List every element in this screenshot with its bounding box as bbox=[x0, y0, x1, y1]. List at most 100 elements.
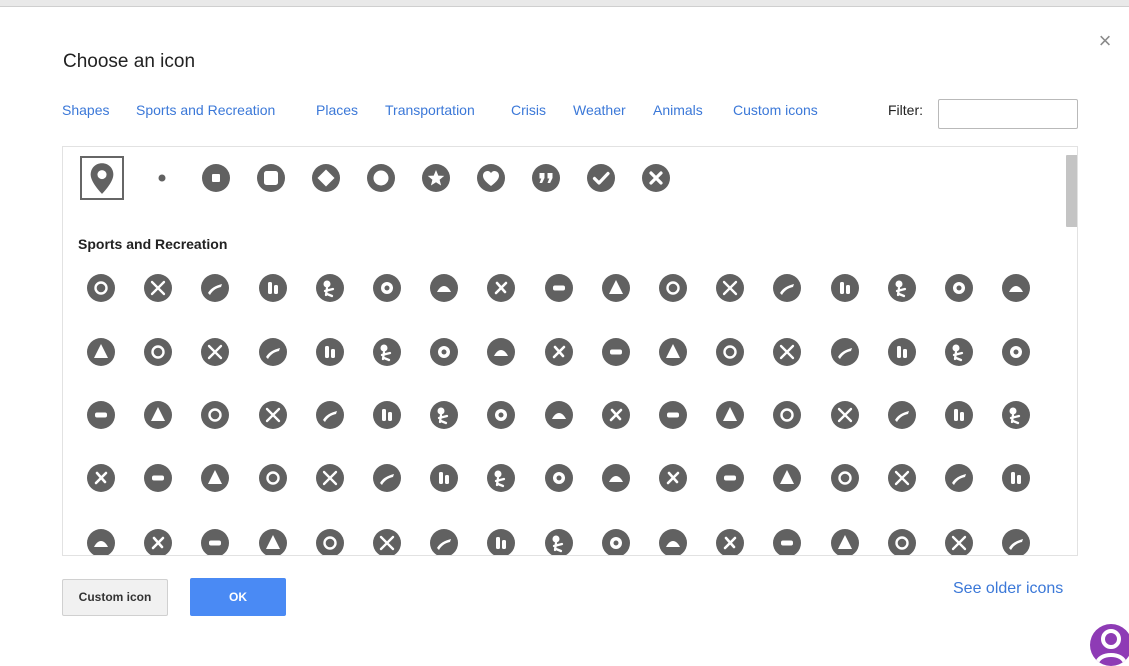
tent-icon[interactable] bbox=[544, 528, 574, 555]
sailing-icon[interactable] bbox=[772, 400, 802, 430]
sports-fan-icon[interactable] bbox=[143, 337, 173, 367]
tree-icon[interactable] bbox=[601, 463, 631, 493]
cycling-icon[interactable] bbox=[601, 337, 631, 367]
sliding-icon[interactable] bbox=[429, 463, 459, 493]
bowling-ball-icon[interactable] bbox=[258, 337, 288, 367]
trailer-icon[interactable] bbox=[944, 528, 974, 555]
filter-input[interactable] bbox=[938, 99, 1078, 129]
placemark-icon[interactable] bbox=[80, 156, 124, 200]
palm-tree-icon[interactable] bbox=[658, 463, 688, 493]
ball-icon[interactable] bbox=[315, 337, 345, 367]
snowboard-icon[interactable] bbox=[887, 400, 917, 430]
heart-icon[interactable] bbox=[476, 163, 506, 193]
trekking-icon[interactable] bbox=[544, 400, 574, 430]
kayak-icon[interactable] bbox=[658, 400, 688, 430]
pingpong-icon[interactable] bbox=[200, 273, 230, 303]
ring-icon[interactable] bbox=[366, 163, 396, 193]
walker-icon[interactable] bbox=[429, 400, 459, 430]
fire-icon[interactable] bbox=[658, 528, 688, 555]
paragliding-icon[interactable] bbox=[1001, 337, 1031, 367]
boat-icon[interactable] bbox=[830, 400, 860, 430]
cross-country-icon[interactable] bbox=[315, 400, 345, 430]
rock-climbing-icon[interactable] bbox=[372, 400, 402, 430]
diamond-icon[interactable] bbox=[311, 163, 341, 193]
family-walk-icon[interactable] bbox=[143, 528, 173, 555]
no-swimming-icon[interactable] bbox=[372, 463, 402, 493]
evergreen-icon[interactable] bbox=[544, 463, 574, 493]
dumbbell-icon[interactable] bbox=[1001, 273, 1031, 303]
fish-icon[interactable] bbox=[258, 463, 288, 493]
horse-icon[interactable] bbox=[200, 337, 230, 367]
hiker-icon[interactable] bbox=[1001, 463, 1031, 493]
runner-icon[interactable] bbox=[887, 273, 917, 303]
hockey-sticks-icon[interactable] bbox=[143, 400, 173, 430]
checkmark-icon[interactable] bbox=[586, 163, 616, 193]
martial-arts-icon[interactable] bbox=[658, 337, 688, 367]
avatar[interactable] bbox=[1090, 624, 1129, 666]
running-icon[interactable] bbox=[486, 337, 516, 367]
grill-icon[interactable] bbox=[715, 528, 745, 555]
golf-icon[interactable] bbox=[258, 273, 288, 303]
surfing-icon[interactable] bbox=[1001, 400, 1031, 430]
goal-icon[interactable] bbox=[772, 337, 802, 367]
soccer-icon[interactable] bbox=[143, 273, 173, 303]
flashlight-icon[interactable] bbox=[772, 528, 802, 555]
star-icon[interactable] bbox=[944, 463, 974, 493]
water-ski-icon[interactable] bbox=[315, 463, 345, 493]
star-icon[interactable] bbox=[421, 163, 451, 193]
close-icon[interactable]: × bbox=[1093, 29, 1117, 53]
climbing-icon[interactable] bbox=[258, 400, 288, 430]
circle-square-icon[interactable] bbox=[201, 163, 231, 193]
quote-icon[interactable] bbox=[531, 163, 561, 193]
scuba-icon[interactable] bbox=[143, 463, 173, 493]
wakeboard-icon[interactable] bbox=[944, 400, 974, 430]
putting-icon[interactable] bbox=[601, 273, 631, 303]
ok-button[interactable]: OK bbox=[190, 578, 286, 616]
tab-animals[interactable]: Animals bbox=[653, 102, 703, 118]
magnifier-icon[interactable] bbox=[544, 273, 574, 303]
checkered-flag-icon[interactable] bbox=[86, 337, 116, 367]
tab-weather[interactable]: Weather bbox=[573, 102, 626, 118]
tab-crisis[interactable]: Crisis bbox=[511, 102, 546, 118]
motorcycle-icon[interactable] bbox=[887, 528, 917, 555]
camper-icon[interactable] bbox=[1001, 528, 1031, 555]
jet-ski-icon[interactable] bbox=[601, 400, 631, 430]
tab-custom-icons[interactable]: Custom icons bbox=[733, 102, 818, 118]
trophy-icon[interactable] bbox=[658, 273, 688, 303]
tab-transportation[interactable]: Transportation bbox=[385, 102, 475, 118]
waves-icon[interactable] bbox=[86, 463, 116, 493]
arrow-target-icon[interactable] bbox=[429, 337, 459, 367]
ring-toss-icon[interactable] bbox=[887, 337, 917, 367]
tab-sports-and-recreation[interactable]: Sports and Recreation bbox=[136, 102, 275, 118]
mountains-icon[interactable] bbox=[372, 528, 402, 555]
binoculars-icon[interactable] bbox=[486, 528, 516, 555]
x-mark-icon[interactable] bbox=[641, 163, 671, 193]
hiking-icon[interactable] bbox=[544, 337, 574, 367]
skier-icon[interactable] bbox=[86, 400, 116, 430]
picnic-table-icon[interactable] bbox=[486, 463, 516, 493]
scrollbar-thumb[interactable] bbox=[1066, 155, 1077, 227]
sledding-icon[interactable] bbox=[486, 400, 516, 430]
bowling-icon[interactable] bbox=[772, 273, 802, 303]
hiking-trail-icon[interactable] bbox=[86, 528, 116, 555]
gymnast-icon[interactable] bbox=[830, 337, 860, 367]
baseball-icon[interactable] bbox=[86, 273, 116, 303]
telescope-icon[interactable] bbox=[429, 528, 459, 555]
custom-icon-button[interactable]: Custom icon bbox=[62, 579, 168, 616]
skate-icon[interactable] bbox=[200, 400, 230, 430]
rv-icon[interactable] bbox=[830, 528, 860, 555]
deer-icon[interactable] bbox=[258, 528, 288, 555]
guitar-icon[interactable] bbox=[601, 528, 631, 555]
skater-icon[interactable] bbox=[944, 337, 974, 367]
swimmer-icon[interactable] bbox=[200, 463, 230, 493]
basketball-icon[interactable] bbox=[715, 273, 745, 303]
rowing-icon[interactable] bbox=[715, 400, 745, 430]
waterfall-icon[interactable] bbox=[887, 463, 917, 493]
hunting-icon[interactable] bbox=[200, 528, 230, 555]
crossed-swords-icon[interactable] bbox=[944, 273, 974, 303]
campfire-icon[interactable] bbox=[772, 463, 802, 493]
hockey-icon[interactable] bbox=[372, 337, 402, 367]
lasso-icon[interactable] bbox=[715, 337, 745, 367]
tab-places[interactable]: Places bbox=[316, 102, 358, 118]
golf-hole-icon[interactable] bbox=[486, 273, 516, 303]
